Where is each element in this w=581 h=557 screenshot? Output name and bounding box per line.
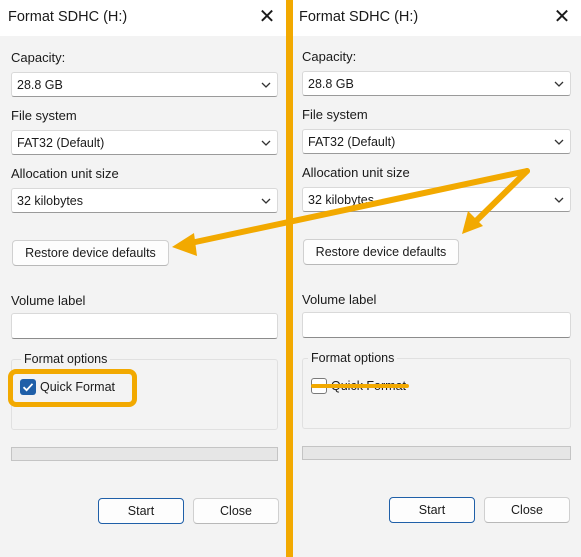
arrow-to-left-restore (183, 168, 530, 247)
annotation-arrows (172, 168, 530, 256)
arrowhead-left-icon (172, 233, 197, 256)
